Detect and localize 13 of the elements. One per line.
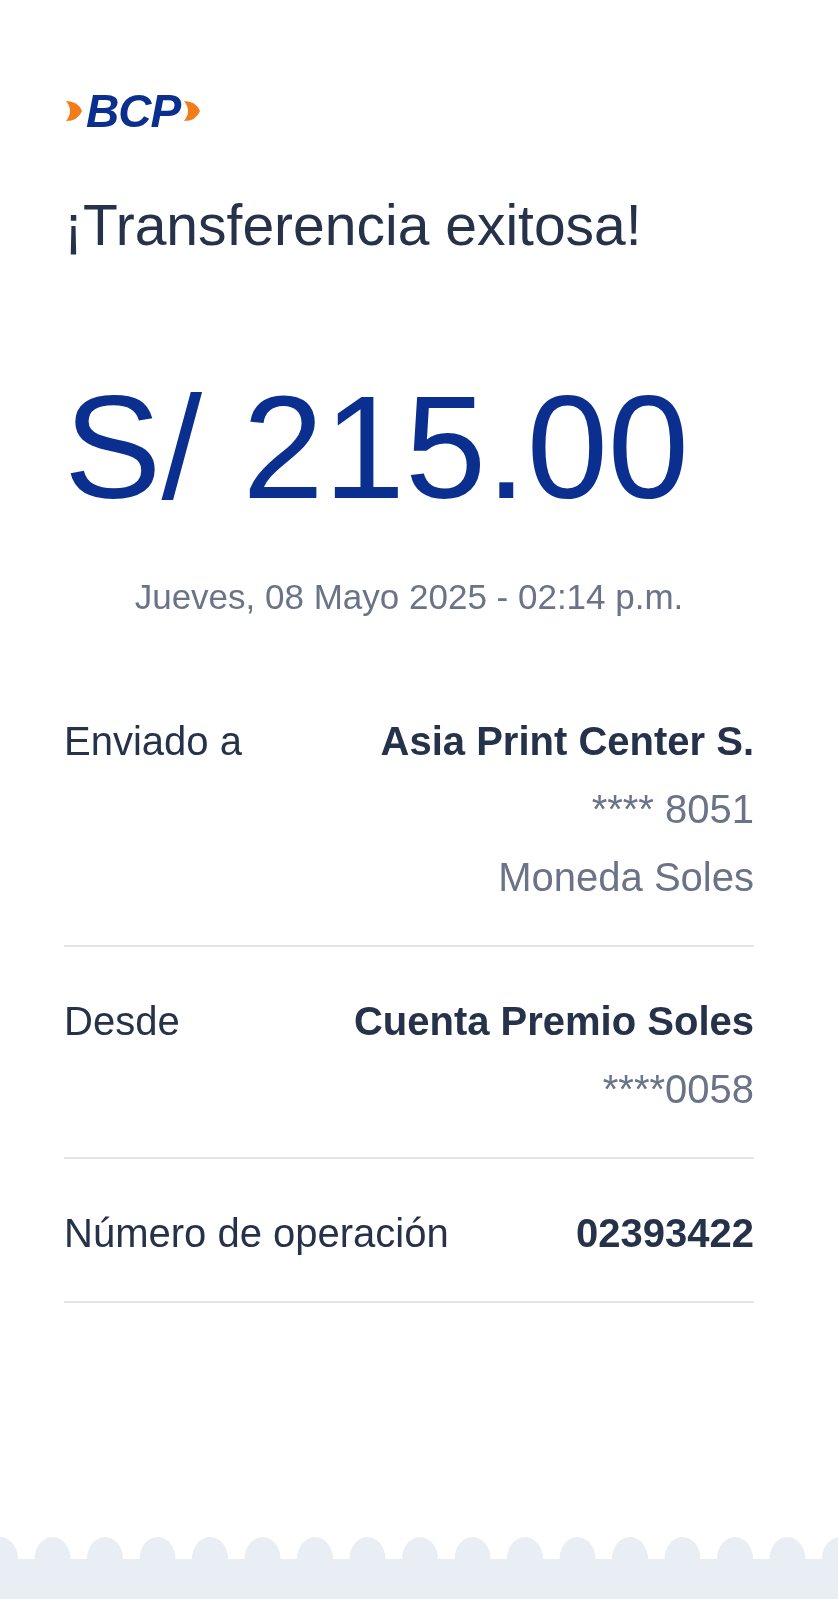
detail-subtext: **** 8051 [591, 786, 754, 834]
title: ¡Transferencia exitosa! [64, 194, 643, 257]
detail-value: 02393422 [576, 1210, 754, 1258]
detail-subtext: Moneda Soles [498, 854, 754, 902]
detail-label: Número de operación [64, 1210, 449, 1258]
detail-value: Asia Print Center S. [380, 718, 754, 766]
amount: S/ 215.00 [64, 374, 691, 521]
detail-value: Cuenta Premio Soles [353, 998, 754, 1046]
logo-text: BCP [86, 88, 181, 134]
detail-label: Desde [64, 998, 180, 1046]
detail-label: Enviado a [64, 718, 242, 766]
date-time: Jueves, 08 Mayo 2025 - 02:14 p.m. [133, 575, 685, 618]
detail-subtext: ****0058 [602, 1066, 754, 1114]
